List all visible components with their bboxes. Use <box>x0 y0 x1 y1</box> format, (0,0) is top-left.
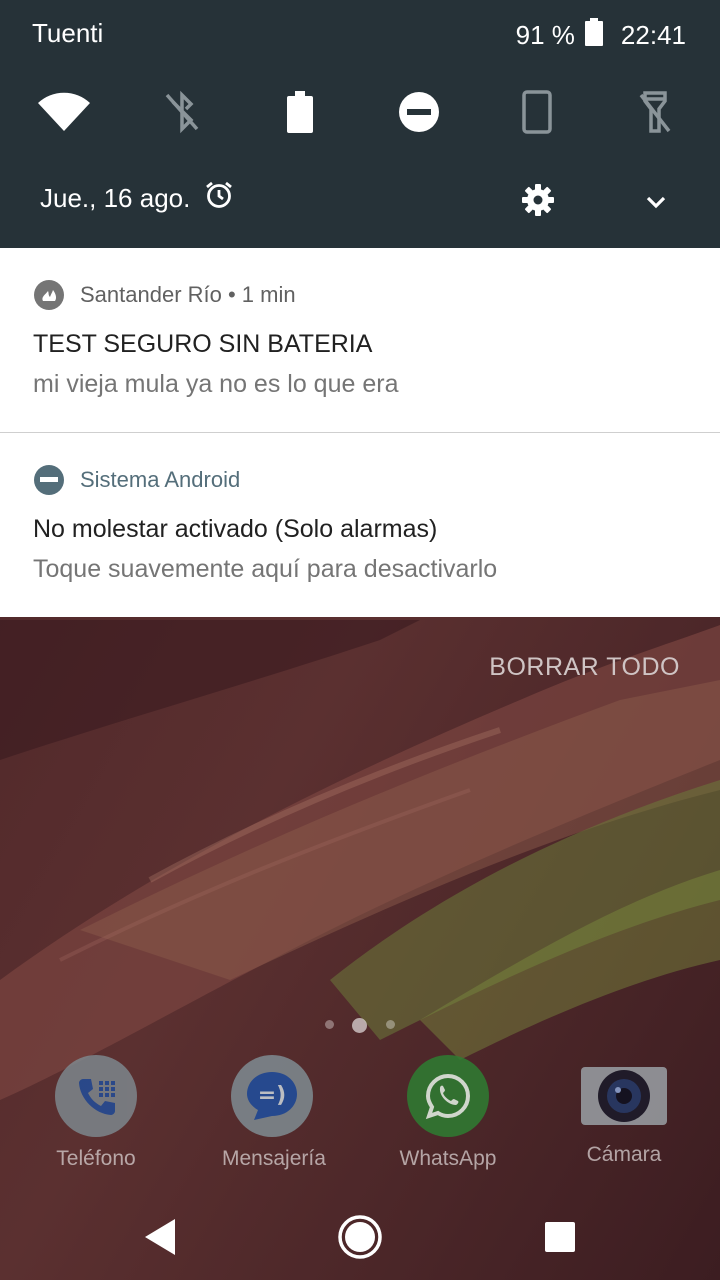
settings-icon[interactable] <box>520 182 556 218</box>
do-not-disturb-icon <box>34 465 64 495</box>
battery-percentage: 91 % <box>515 20 575 50</box>
dock-app-phone[interactable]: Teléfono <box>46 1055 146 1171</box>
notification-title: No molestar activado (Solo alarmas) <box>33 515 438 543</box>
notification-app-name: Sistema Android <box>80 467 241 492</box>
navigation-bar <box>0 1195 720 1275</box>
dock-app-messaging[interactable]: =) Mensajería <box>222 1055 326 1171</box>
page-dot-active <box>352 1018 367 1033</box>
dock-app-label: Teléfono <box>56 1147 136 1170</box>
date-label: Jue., 16 ago. <box>40 183 191 213</box>
page-dot <box>325 1020 334 1029</box>
notification-app-name: Santander Río <box>80 282 222 307</box>
clear-all-button[interactable]: BORRAR TODO <box>489 653 680 682</box>
clock: 22:41 <box>620 20 686 50</box>
notification-do-not-disturb[interactable]: Sistema Android No molestar activado (So… <box>0 433 720 617</box>
dock-app-label: WhatsApp <box>399 1147 497 1170</box>
quick-settings-tiles <box>0 84 720 140</box>
notification-age: • 1 min <box>221 282 296 307</box>
screen-rotation-icon[interactable] <box>509 84 565 140</box>
dock-app-label: Cámara <box>586 1143 662 1166</box>
dock-app-camera[interactable]: Cámara <box>574 1055 674 1167</box>
home-icon[interactable] <box>330 1207 390 1267</box>
camera-icon <box>581 1067 667 1125</box>
notification-header: Santander Río • 1 min <box>34 280 296 310</box>
alarm-icon[interactable] <box>204 180 234 217</box>
carrier-name: Tuenti <box>32 18 104 48</box>
battery-icon <box>584 18 603 53</box>
battery-saver-icon[interactable] <box>272 84 328 140</box>
messaging-icon: =) <box>231 1055 313 1137</box>
santander-icon <box>34 280 64 310</box>
notification-text: mi vieja mula ya no es lo que era <box>33 370 399 398</box>
wifi-icon[interactable] <box>36 84 92 140</box>
do-not-disturb-icon[interactable] <box>391 84 447 140</box>
notification-text: Toque suavemente aquí para desactivarlo <box>33 555 498 583</box>
page-indicator <box>0 1018 720 1034</box>
flashlight-off-icon[interactable] <box>627 84 683 140</box>
phone-icon <box>55 1055 137 1137</box>
page-dot <box>386 1020 395 1029</box>
status-bar-right: 91 % 22:41 <box>516 18 686 53</box>
whatsapp-icon <box>407 1055 489 1137</box>
back-icon[interactable] <box>130 1207 190 1267</box>
dock-app-whatsapp[interactable]: WhatsApp <box>398 1055 498 1171</box>
notification-title: TEST SEGURO SIN BATERIA <box>33 330 373 358</box>
date-row: Jue., 16 ago. <box>40 180 234 217</box>
svg-text:=): =) <box>258 1083 287 1108</box>
expand-chevron-icon[interactable] <box>640 186 672 218</box>
notification-santander[interactable]: Santander Río • 1 min TEST SEGURO SIN BA… <box>0 248 720 433</box>
dock-app-label: Mensajería <box>222 1147 326 1170</box>
bluetooth-off-icon[interactable] <box>154 84 210 140</box>
quick-settings-panel: Tuenti 91 % 22:41 Jue., 16 ago. <box>0 0 720 248</box>
recents-icon[interactable] <box>530 1207 590 1267</box>
notification-header: Sistema Android <box>34 465 240 495</box>
